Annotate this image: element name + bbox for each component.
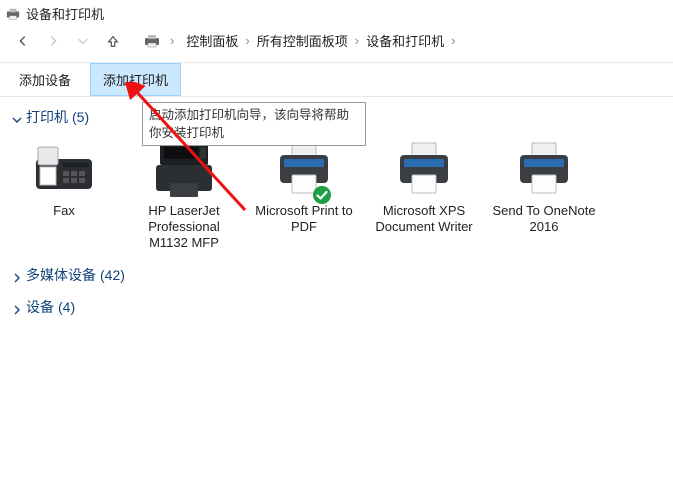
add-printer-button[interactable]: 添加打印机 [90, 63, 181, 96]
devices-printers-icon [6, 7, 20, 21]
add-printer-tooltip: 启动添加打印机向导，该向导将帮助你安装打印机 [142, 102, 366, 146]
chevron-right-icon: › [353, 33, 361, 48]
nav-row: › 控制面板 › 所有控制面板项 › 设备和打印机 › [0, 27, 673, 62]
device-label: Send To OneNote 2016 [488, 203, 600, 235]
device-label: Microsoft Print to PDF [248, 203, 360, 235]
devices-printers-icon [144, 33, 160, 49]
chevron-right-icon [12, 302, 22, 312]
group-label: 打印机 [26, 107, 68, 127]
breadcrumb-item[interactable]: 控制面板 [184, 29, 240, 52]
device-label: Fax [53, 203, 75, 219]
window-title: 设备和打印机 [26, 4, 104, 23]
up-button[interactable] [102, 30, 124, 52]
mfp-printer-icon [150, 137, 218, 199]
recent-locations-button[interactable] [72, 30, 94, 52]
breadcrumb-item[interactable]: 设备和打印机 [364, 29, 446, 52]
toolbar: 添加设备 添加打印机 [0, 62, 673, 97]
group-header-multimedia[interactable]: 多媒体设备 (42) [4, 259, 669, 291]
device-item-onenote[interactable]: Send To OneNote 2016 [484, 137, 604, 251]
group-label: 多媒体设备 [26, 265, 96, 285]
breadcrumb-item[interactable]: 所有控制面板项 [255, 29, 350, 52]
device-item-xps-writer[interactable]: Microsoft XPS Document Writer [364, 137, 484, 251]
breadcrumb[interactable]: 控制面板 › 所有控制面板项 › 设备和打印机 › [184, 29, 457, 52]
group-count: (5) [72, 109, 89, 125]
device-item-hp-laserjet[interactable]: HP LaserJet Professional M1132 MFP [124, 137, 244, 251]
printer-icon [510, 137, 578, 199]
chevron-down-icon [12, 112, 22, 122]
chevron-right-icon: › [243, 33, 251, 48]
group-count: (42) [100, 267, 125, 283]
device-label: HP LaserJet Professional M1132 MFP [128, 203, 240, 251]
group-count: (4) [58, 299, 75, 315]
default-printer-check-icon [312, 185, 332, 205]
printer-icon [390, 137, 458, 199]
devices-and-printers-window: { "title": "设备和打印机", "breadcrumb": { "it… [0, 0, 673, 502]
printers-grid: Fax HP LaserJet Professional M1132 MFP [4, 133, 669, 259]
fax-icon [30, 137, 98, 199]
chevron-right-icon [12, 270, 22, 280]
back-button[interactable] [12, 30, 34, 52]
device-label: Microsoft XPS Document Writer [368, 203, 480, 235]
printer-icon [270, 137, 338, 199]
chevron-right-icon: › [449, 33, 457, 48]
device-item-print-to-pdf[interactable]: Microsoft Print to PDF [244, 137, 364, 251]
device-item-fax[interactable]: Fax [4, 137, 124, 251]
add-device-button[interactable]: 添加设备 [6, 63, 84, 96]
forward-button[interactable] [42, 30, 64, 52]
group-header-devices[interactable]: 设备 (4) [4, 291, 669, 323]
window-titlebar: 设备和打印机 [0, 0, 673, 27]
group-label: 设备 [26, 297, 54, 317]
chevron-right-icon: › [168, 33, 176, 48]
